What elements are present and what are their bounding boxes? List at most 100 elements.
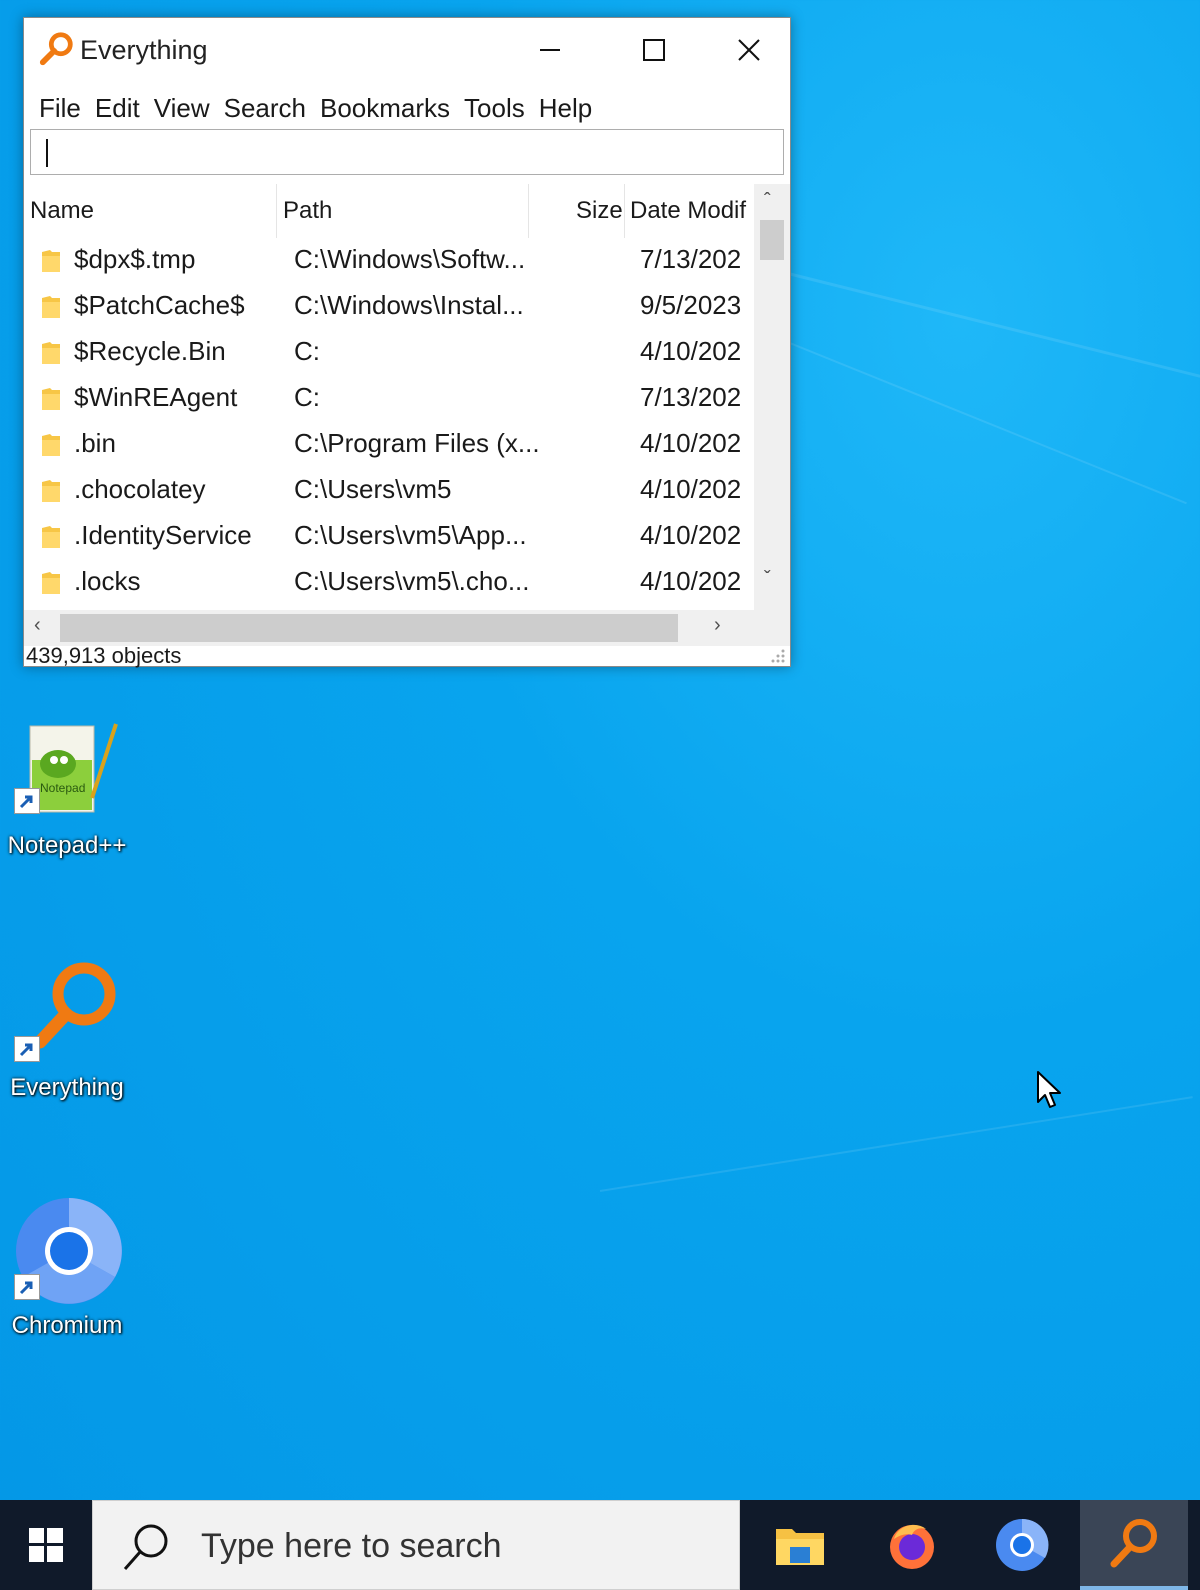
vertical-scrollbar[interactable]: ˆ ˇ: [754, 184, 790, 610]
window-title: Everything: [80, 35, 208, 65]
maximize-icon: [643, 39, 665, 61]
wallpaper-streak: [599, 1096, 1193, 1192]
table-row[interactable]: .locks C:\Users\vm5\.cho... 4/10/202: [24, 560, 754, 606]
file-name: .bin: [74, 428, 116, 458]
desktop-icon-label: Everything: [10, 1074, 124, 1101]
menu-file[interactable]: File: [32, 88, 88, 128]
column-divider[interactable]: [624, 184, 625, 238]
maximize-button[interactable]: [602, 18, 706, 82]
menu-view[interactable]: View: [147, 88, 217, 128]
firefox-icon: [890, 1524, 934, 1569]
folder-icon: [42, 250, 60, 272]
start-button[interactable]: [0, 1500, 92, 1590]
wallpaper-streak: [779, 270, 1200, 385]
folder-icon: [42, 480, 60, 502]
file-path: C:\Users\vm5\App...: [294, 520, 527, 550]
folder-icon: [42, 342, 60, 364]
file-date: 4/10/202: [640, 474, 742, 504]
file-date: 9/5/2023: [640, 290, 742, 320]
file-path: C:: [294, 382, 320, 412]
table-row[interactable]: $dpx$.tmp C:\Windows\Softw... 7/13/202: [24, 238, 754, 284]
file-path: C:\Windows\Instal...: [294, 290, 524, 320]
file-path: C:\Program Files (x...: [294, 428, 540, 458]
file-path: C:\Windows\Softw...: [294, 244, 526, 274]
table-row[interactable]: $WinREAgent C: 7/13/202: [24, 376, 754, 422]
shortcut-arrow-icon: [14, 788, 40, 814]
desktop-icon-chromium[interactable]: Chromium: [0, 1196, 142, 1346]
file-date: 7/13/202: [640, 244, 742, 274]
everything-app-icon: [39, 32, 73, 66]
desktop-icon-notepad-plus-plus[interactable]: Notepad Notepad++: [0, 720, 142, 870]
file-path: C:\Users\vm5: [294, 474, 452, 504]
svg-text:Notepad: Notepad: [40, 781, 85, 795]
minimize-icon: [540, 49, 560, 51]
table-row[interactable]: .IdentityService C:\Users\vm5\App... 4/1…: [24, 514, 754, 560]
column-name[interactable]: Name: [30, 184, 94, 238]
scroll-left-icon[interactable]: ‹: [34, 614, 41, 637]
horizontal-scroll-thumb[interactable]: [60, 614, 678, 642]
taskbar-chromium[interactable]: [968, 1500, 1076, 1590]
file-date: 4/10/202: [640, 566, 742, 596]
vertical-scroll-thumb[interactable]: [760, 220, 784, 260]
column-size[interactable]: Size: [576, 184, 623, 238]
file-name: $PatchCache$: [74, 290, 245, 320]
menu-search[interactable]: Search: [217, 88, 313, 128]
menu-edit[interactable]: Edit: [88, 88, 147, 128]
table-row[interactable]: .chocolatey C:\Users\vm5 4/10/202: [24, 468, 754, 514]
table-row[interactable]: $PatchCache$ C:\Windows\Instal... 9/5/20…: [24, 284, 754, 330]
folder-icon: [42, 434, 60, 456]
taskbar-firefox[interactable]: [858, 1500, 966, 1590]
file-date: 4/10/202: [640, 520, 742, 550]
column-date-modified[interactable]: Date Modif: [630, 184, 746, 238]
taskbar-search-placeholder: Type here to search: [201, 1527, 502, 1565]
desktop-icon-label: Notepad++: [7, 832, 127, 859]
file-name: $WinREAgent: [74, 382, 238, 412]
file-name: .chocolatey: [74, 474, 206, 504]
menu-bookmarks[interactable]: Bookmarks: [313, 88, 457, 128]
file-name: .locks: [74, 566, 141, 596]
file-name: $dpx$.tmp: [74, 244, 196, 274]
mouse-cursor-icon: [1037, 1071, 1061, 1108]
horizontal-scrollbar[interactable]: ‹ ›: [24, 610, 790, 646]
folder-icon: [42, 572, 60, 594]
file-explorer-icon: [776, 1529, 824, 1565]
everything-icon: [33, 962, 116, 1049]
scroll-up-icon[interactable]: ˆ: [764, 190, 771, 213]
results-list: Name Path Size Date Modif $dpx$.tmp C:\W…: [24, 184, 790, 610]
everything-icon: [1110, 1519, 1157, 1568]
file-date: 4/10/202: [640, 428, 742, 458]
file-date: 4/10/202: [640, 336, 742, 366]
column-path[interactable]: Path: [283, 184, 332, 238]
taskbar-everything[interactable]: [1080, 1500, 1188, 1590]
search-box: [30, 129, 784, 175]
text-caret: [46, 139, 48, 167]
shortcut-arrow-icon: [14, 1036, 40, 1062]
title-bar[interactable]: Everything: [24, 18, 790, 82]
scroll-down-icon[interactable]: ˇ: [764, 568, 771, 591]
windows-logo-icon: [29, 1528, 63, 1562]
search-input[interactable]: [31, 130, 783, 174]
menu-tools[interactable]: Tools: [457, 88, 532, 128]
column-divider[interactable]: [276, 184, 277, 238]
taskbar-search-box[interactable]: Type here to search: [92, 1500, 740, 1590]
resize-grip-icon[interactable]: [770, 648, 786, 664]
scroll-right-icon[interactable]: ›: [714, 614, 721, 637]
column-divider[interactable]: [528, 184, 529, 238]
menu-help[interactable]: Help: [532, 88, 599, 128]
chromium-icon: [996, 1518, 1049, 1571]
file-name: .IdentityService: [74, 520, 252, 550]
table-row[interactable]: .bin C:\Program Files (x... 4/10/202: [24, 422, 754, 468]
column-header: Name Path Size Date Modif: [24, 184, 754, 238]
menu-bar: File Edit View Search Bookmarks Tools He…: [32, 88, 599, 128]
close-button[interactable]: [706, 18, 792, 82]
desktop-icon-everything[interactable]: Everything: [0, 958, 142, 1108]
everything-window: Everything File Edit View Search Bookmar…: [23, 17, 791, 668]
shortcut-arrow-icon: [14, 1274, 40, 1300]
close-icon: [738, 39, 760, 61]
taskbar: Type here to search: [0, 1500, 1200, 1590]
taskbar-file-explorer[interactable]: [746, 1500, 854, 1590]
file-name: $Recycle.Bin: [74, 336, 226, 366]
search-icon: [123, 1524, 168, 1570]
table-row[interactable]: $Recycle.Bin C: 4/10/202: [24, 330, 754, 376]
minimize-button[interactable]: [498, 18, 602, 82]
